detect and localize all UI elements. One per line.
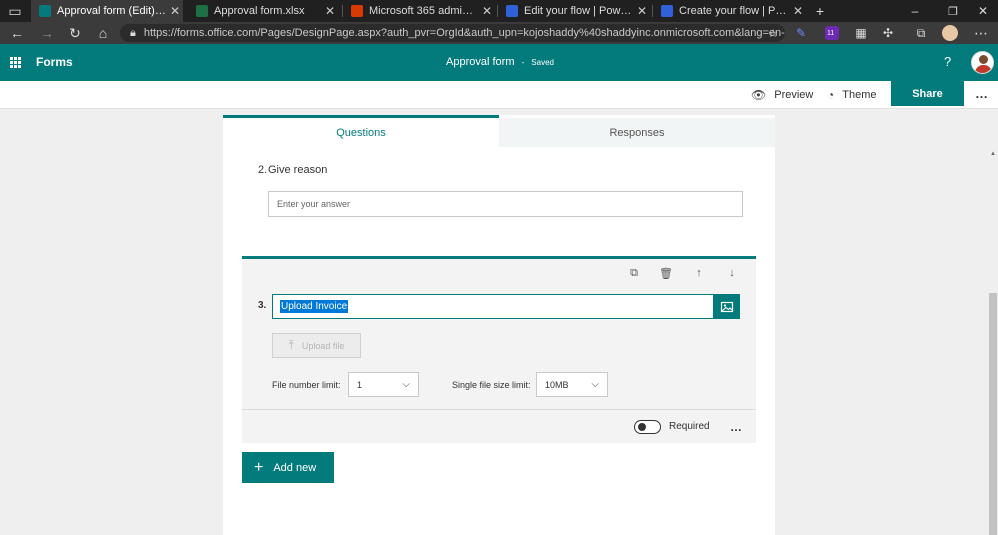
tab-label: Microsoft 365 admin center - Ac: [369, 5, 479, 17]
avatar[interactable]: [971, 51, 994, 74]
upload-icon: ⤒: [288, 338, 294, 352]
browser-tab-excel[interactable]: Approval form.xlsx ✕: [188, 0, 338, 22]
forward-icon[interactable]: →: [36, 22, 58, 44]
file-size-value: 10MB: [545, 379, 569, 390]
copy-icon[interactable]: ⧉: [626, 265, 642, 281]
file-size-label: Single file size limit:: [452, 380, 531, 390]
favorite-star-icon[interactable]: ☆: [762, 22, 784, 44]
browser-tab-admin-center[interactable]: Microsoft 365 admin center - Ac ✕: [343, 0, 495, 22]
save-status: Saved: [531, 58, 554, 67]
close-icon[interactable]: ✕: [479, 4, 495, 18]
document-title: Approval form - Saved: [380, 56, 620, 68]
close-icon[interactable]: ✕: [322, 4, 338, 18]
tab-label: Create your flow | Power Automa: [679, 5, 790, 17]
question-number: 3.: [258, 300, 267, 311]
tab-responses[interactable]: Responses: [499, 118, 775, 147]
theme-button[interactable]: ◔ Theme: [827, 86, 877, 104]
new-tab-icon[interactable]: +: [809, 0, 831, 22]
address-bar[interactable]: 🔒︎ https://forms.office.com/Pages/Design…: [120, 24, 785, 42]
chevron-down-icon: ⌵: [402, 379, 410, 390]
collections-icon[interactable]: ⧉: [910, 22, 932, 44]
question-number: 2.: [258, 164, 268, 176]
tab-label: Approval form.xlsx: [214, 5, 305, 17]
more-options-icon[interactable]: …: [975, 86, 988, 101]
power-automate-icon: [661, 5, 673, 17]
file-number-select[interactable]: 1 ⌵: [348, 372, 419, 397]
scroll-up-icon[interactable]: ▲: [989, 151, 997, 159]
title-separator: -: [521, 58, 525, 67]
upload-file-button: ⤒ Upload file: [272, 333, 361, 358]
required-label: Required: [669, 421, 710, 432]
preview-button[interactable]: 👁︎ Preview: [751, 86, 813, 104]
form-title: Approval form: [446, 56, 515, 68]
restore-icon[interactable]: ❐: [942, 0, 964, 22]
plus-icon: +: [254, 458, 264, 476]
answer-field[interactable]: Enter your answer: [268, 191, 743, 217]
scrollbar-thumb[interactable]: [989, 293, 997, 535]
tab-questions[interactable]: Questions: [223, 115, 499, 147]
theme-label: Theme: [842, 89, 877, 101]
extension-icon[interactable]: 11: [825, 26, 839, 40]
browser-tab-create-flow[interactable]: Create your flow | Power Automa ✕: [653, 0, 806, 22]
puzzle-extension-icon[interactable]: ✣: [877, 22, 899, 44]
profile-avatar[interactable]: [942, 25, 958, 41]
eye-icon: 👁︎: [751, 88, 767, 102]
share-button[interactable]: Share: [891, 81, 964, 106]
add-new-button[interactable]: + Add new: [242, 452, 334, 483]
close-icon[interactable]: ✕: [167, 4, 183, 18]
browser-menu-icon[interactable]: ⋯: [970, 22, 992, 44]
chevron-down-icon: ⌵: [591, 379, 599, 390]
divider: [242, 409, 756, 410]
extension-badge: 11: [827, 30, 835, 37]
tab-label: Edit your flow | Power Automate: [524, 5, 634, 17]
app-name[interactable]: Forms: [36, 55, 73, 69]
palette-icon: ◔: [827, 88, 835, 102]
delete-icon[interactable]: 🗑︎: [658, 265, 674, 281]
add-new-label: Add new: [273, 461, 317, 474]
file-number-value: 1: [357, 379, 363, 390]
upload-label: Upload file: [301, 340, 345, 351]
image-icon: [720, 301, 734, 312]
insert-media-button[interactable]: [714, 294, 740, 319]
tab-label: Approval form (Edit) Microsoft F: [57, 5, 167, 17]
close-icon[interactable]: ✕: [790, 4, 806, 18]
file-number-label: File number limit:: [272, 380, 341, 390]
close-window-icon[interactable]: ✕: [972, 0, 994, 22]
grid-extension-icon[interactable]: ▦: [850, 22, 872, 44]
forms-icon: [39, 5, 51, 17]
back-icon[interactable]: ←: [6, 22, 28, 44]
move-up-icon[interactable]: ↑: [691, 265, 707, 281]
url-text: https://forms.office.com/Pages/DesignPag…: [143, 27, 785, 39]
close-icon[interactable]: ✕: [634, 4, 650, 18]
pen-extension-icon[interactable]: ✎: [790, 22, 812, 44]
office-icon: [351, 5, 363, 17]
help-icon[interactable]: ?: [944, 54, 951, 69]
question-more-icon[interactable]: …: [730, 420, 742, 434]
preview-label: Preview: [774, 89, 814, 101]
question-title-text: Upload Invoice: [280, 300, 349, 313]
lock-icon: 🔒︎: [130, 26, 136, 39]
power-automate-icon: [506, 5, 518, 17]
browser-tab-edit-flow[interactable]: Edit your flow | Power Automate ✕: [498, 0, 650, 22]
file-size-select[interactable]: 10MB ⌵: [536, 372, 608, 397]
question-title[interactable]: Give reason: [268, 164, 327, 176]
move-down-icon[interactable]: ↓: [724, 265, 740, 281]
app-launcher-icon[interactable]: [10, 57, 21, 68]
excel-icon: [196, 5, 208, 17]
home-icon[interactable]: ⌂: [92, 22, 114, 44]
required-toggle[interactable]: [634, 420, 661, 434]
minimize-icon[interactable]: –: [904, 0, 926, 22]
question-title-input[interactable]: Upload Invoice: [272, 294, 714, 319]
browser-tab-forms[interactable]: Approval form (Edit) Microsoft F ✕: [31, 0, 183, 22]
refresh-icon[interactable]: ↻: [64, 22, 86, 44]
tab-actions-icon[interactable]: ▭: [4, 0, 26, 22]
